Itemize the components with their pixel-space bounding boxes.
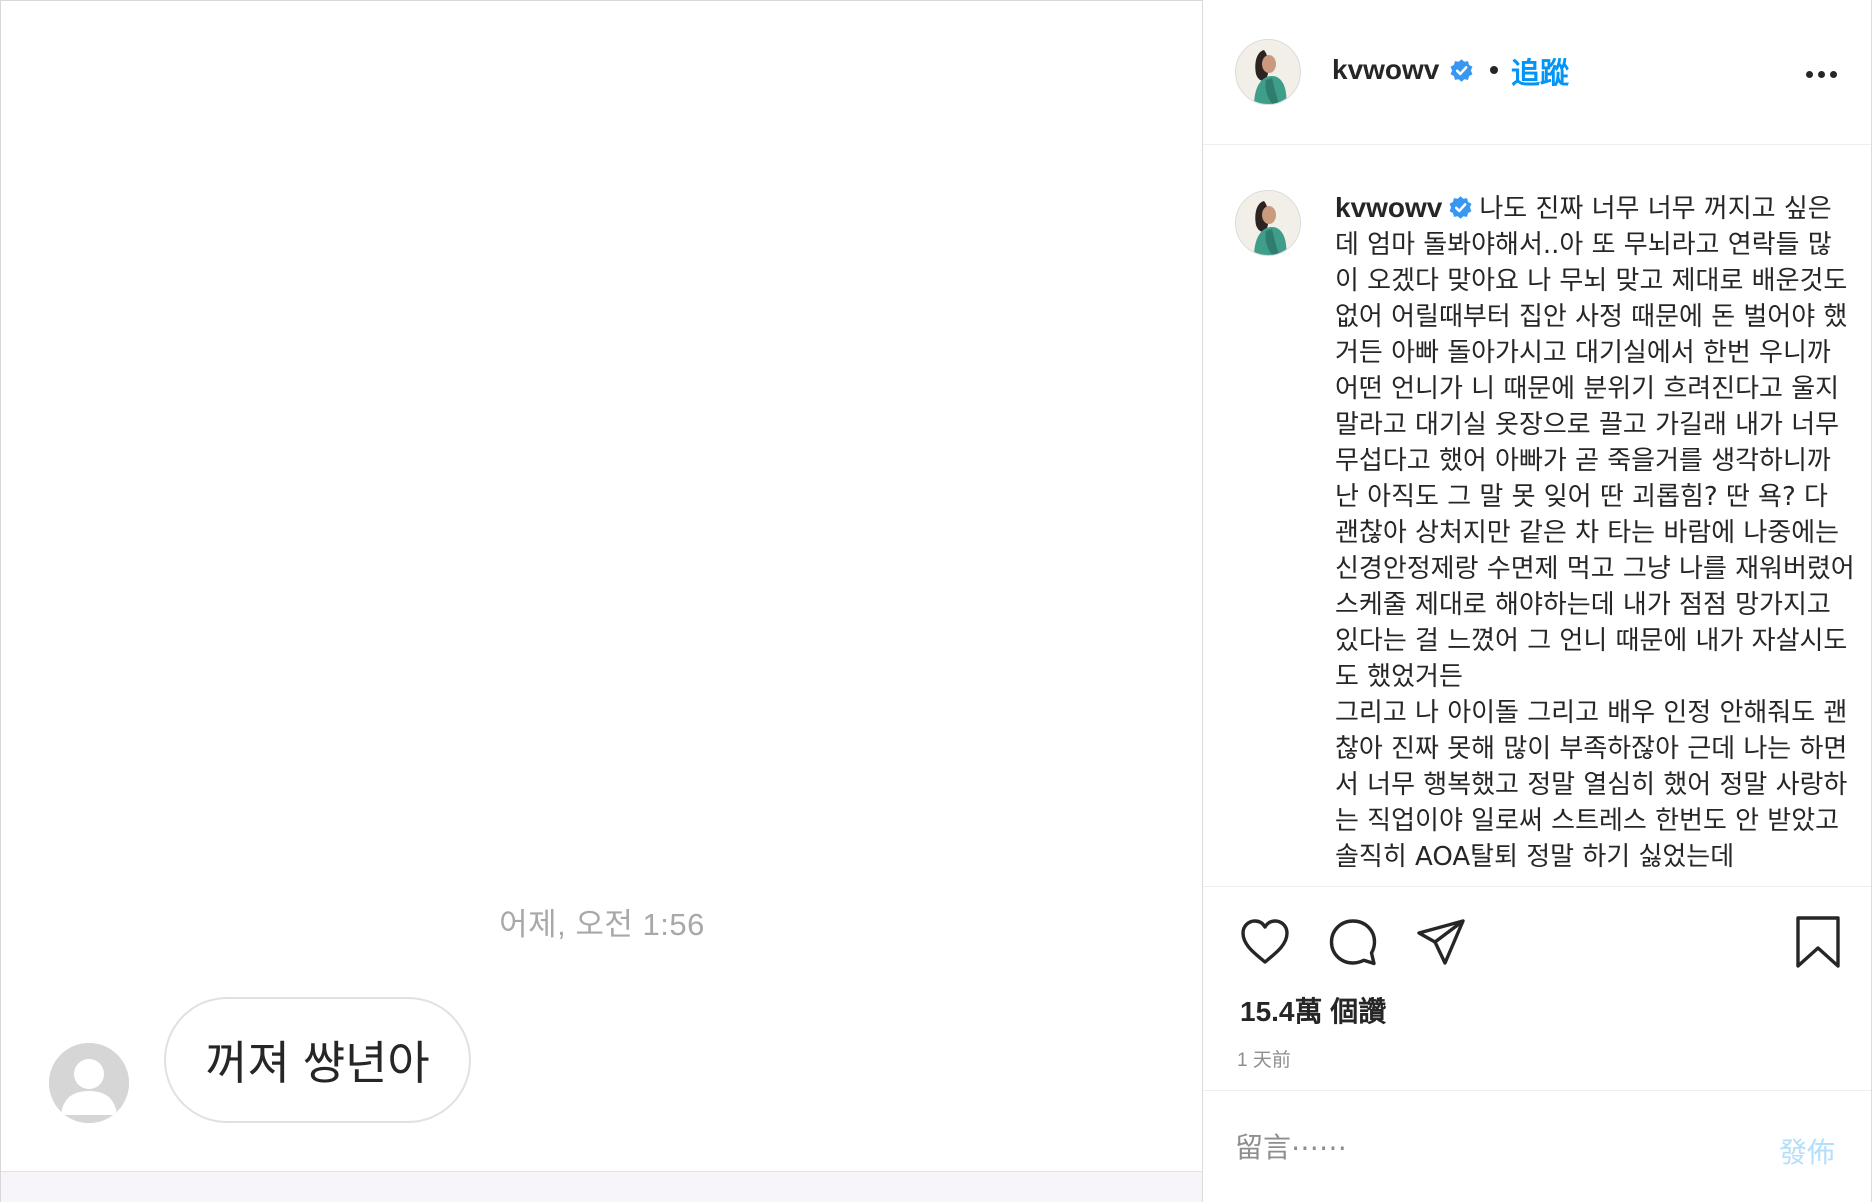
post-comment-button[interactable]: 發佈 <box>1779 1131 1835 1171</box>
caption-body: 나도 진짜 너무 너무 꺼지고 싶은데 엄마 돌봐야해서..아 또 무뇌라고 연… <box>1335 194 1855 872</box>
author-avatar[interactable] <box>1235 39 1301 105</box>
author-username[interactable]: kvwowv <box>1332 54 1439 86</box>
bookmark-icon[interactable] <box>1795 915 1841 969</box>
likes-count[interactable]: 15.4萬 個讚 <box>1240 990 1386 1030</box>
post-caption: kvwowv 나도 진짜 너무 너무 꺼지고 싶은데 엄마 돌봐야해서..아 또 … <box>1335 190 1855 875</box>
verified-badge-icon <box>1449 196 1472 219</box>
separator-dot <box>1490 66 1498 74</box>
chat-screenshot-panel: 어제, 오전 1:56 꺼져 썅년아 <box>0 0 1203 1202</box>
chat-message-text: 꺼져 썅년아 <box>205 1037 430 1089</box>
comment-composer: 發佈 <box>1203 1090 1871 1202</box>
more-options-icon[interactable] <box>1806 62 1846 86</box>
post-timestamp[interactable]: 1 天前 <box>1237 1045 1291 1072</box>
verified-badge-icon <box>1450 59 1473 82</box>
caption-author-avatar[interactable] <box>1235 190 1301 256</box>
chat-message-bubble: 꺼져 썅년아 <box>164 997 471 1123</box>
caption-author-username[interactable]: kvwowv <box>1335 192 1442 223</box>
post-caption-area: kvwowv 나도 진짜 너무 너무 꺼지고 싶은데 엄마 돌봐야해서..아 또 … <box>1203 146 1871 886</box>
instagram-post-sidebar: kvwowv 追蹤 kvwowv 나도 진짜 너무 너무 꺼지고 싶은데 엄마 돌… <box>1202 0 1872 1202</box>
default-user-icon <box>49 1043 129 1123</box>
chat-timestamp: 어제, 오전 1:56 <box>499 907 705 942</box>
share-icon[interactable] <box>1415 917 1467 967</box>
comment-icon[interactable] <box>1327 917 1379 967</box>
post-actions: 15.4萬 個讚 1 天前 <box>1203 886 1871 1090</box>
comment-input[interactable] <box>1235 1125 1735 1169</box>
heart-icon[interactable] <box>1239 917 1291 967</box>
chat-avatar <box>49 1043 129 1123</box>
chat-bottom-bar <box>1 1171 1203 1202</box>
profile-photo <box>1236 40 1300 104</box>
post-header: kvwowv 追蹤 <box>1203 0 1871 145</box>
profile-photo <box>1236 191 1300 255</box>
follow-button[interactable]: 追蹤 <box>1511 50 1569 92</box>
